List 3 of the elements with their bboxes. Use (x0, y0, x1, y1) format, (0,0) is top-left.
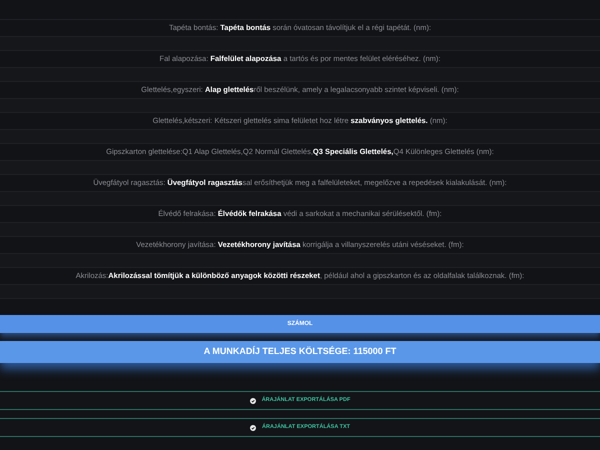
check-circle-icon (250, 424, 256, 430)
total-cost-banner: A MUNKADÍJ TELJES KÖLTSÉGE: 115000 FT (0, 341, 600, 363)
check-circle-icon (250, 398, 256, 404)
